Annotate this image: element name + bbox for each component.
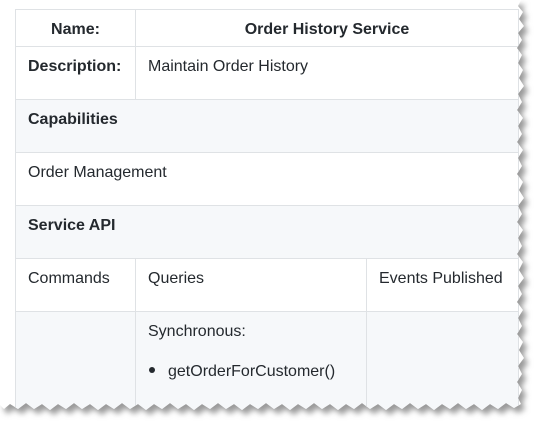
queries-column-header: Queries	[135, 258, 367, 312]
query-method: getOrderForCustomer()	[168, 363, 336, 380]
events-column-header: Events Published	[366, 258, 519, 312]
name-label: Name:	[51, 21, 100, 38]
service-name-cell: Order History Service	[135, 9, 519, 47]
query-list-item: getOrderForCustomer()	[149, 362, 335, 382]
description-label: Description:	[28, 58, 122, 75]
document-frame: Name: Order History Service Description:…	[0, 0, 536, 425]
torn-paper-sheet: Name: Order History Service Description:…	[0, 0, 536, 425]
query-mode-label: Synchronous:	[148, 323, 246, 340]
events-published-label: Events Published	[379, 270, 503, 287]
commands-column-header: Commands	[15, 258, 136, 312]
service-spec-table: Name: Order History Service Description:…	[15, 9, 536, 425]
queries-label: Queries	[148, 270, 205, 287]
service-api-heading: Service API	[28, 217, 116, 234]
service-name: Order History Service	[244, 21, 410, 38]
description-value-cell: Maintain Order History	[135, 46, 519, 100]
name-label-cell: Name:	[15, 9, 136, 47]
capability-row: Order Management	[15, 152, 519, 206]
bullet-icon	[149, 367, 155, 373]
commands-label: Commands	[28, 270, 110, 287]
capabilities-heading-row: Capabilities	[15, 99, 519, 153]
capabilities-heading: Capabilities	[28, 111, 118, 128]
description-label-cell: Description:	[15, 46, 136, 100]
service-api-heading-row: Service API	[15, 205, 519, 259]
description-value: Maintain Order History	[148, 58, 309, 75]
capability-item: Order Management	[28, 164, 167, 181]
